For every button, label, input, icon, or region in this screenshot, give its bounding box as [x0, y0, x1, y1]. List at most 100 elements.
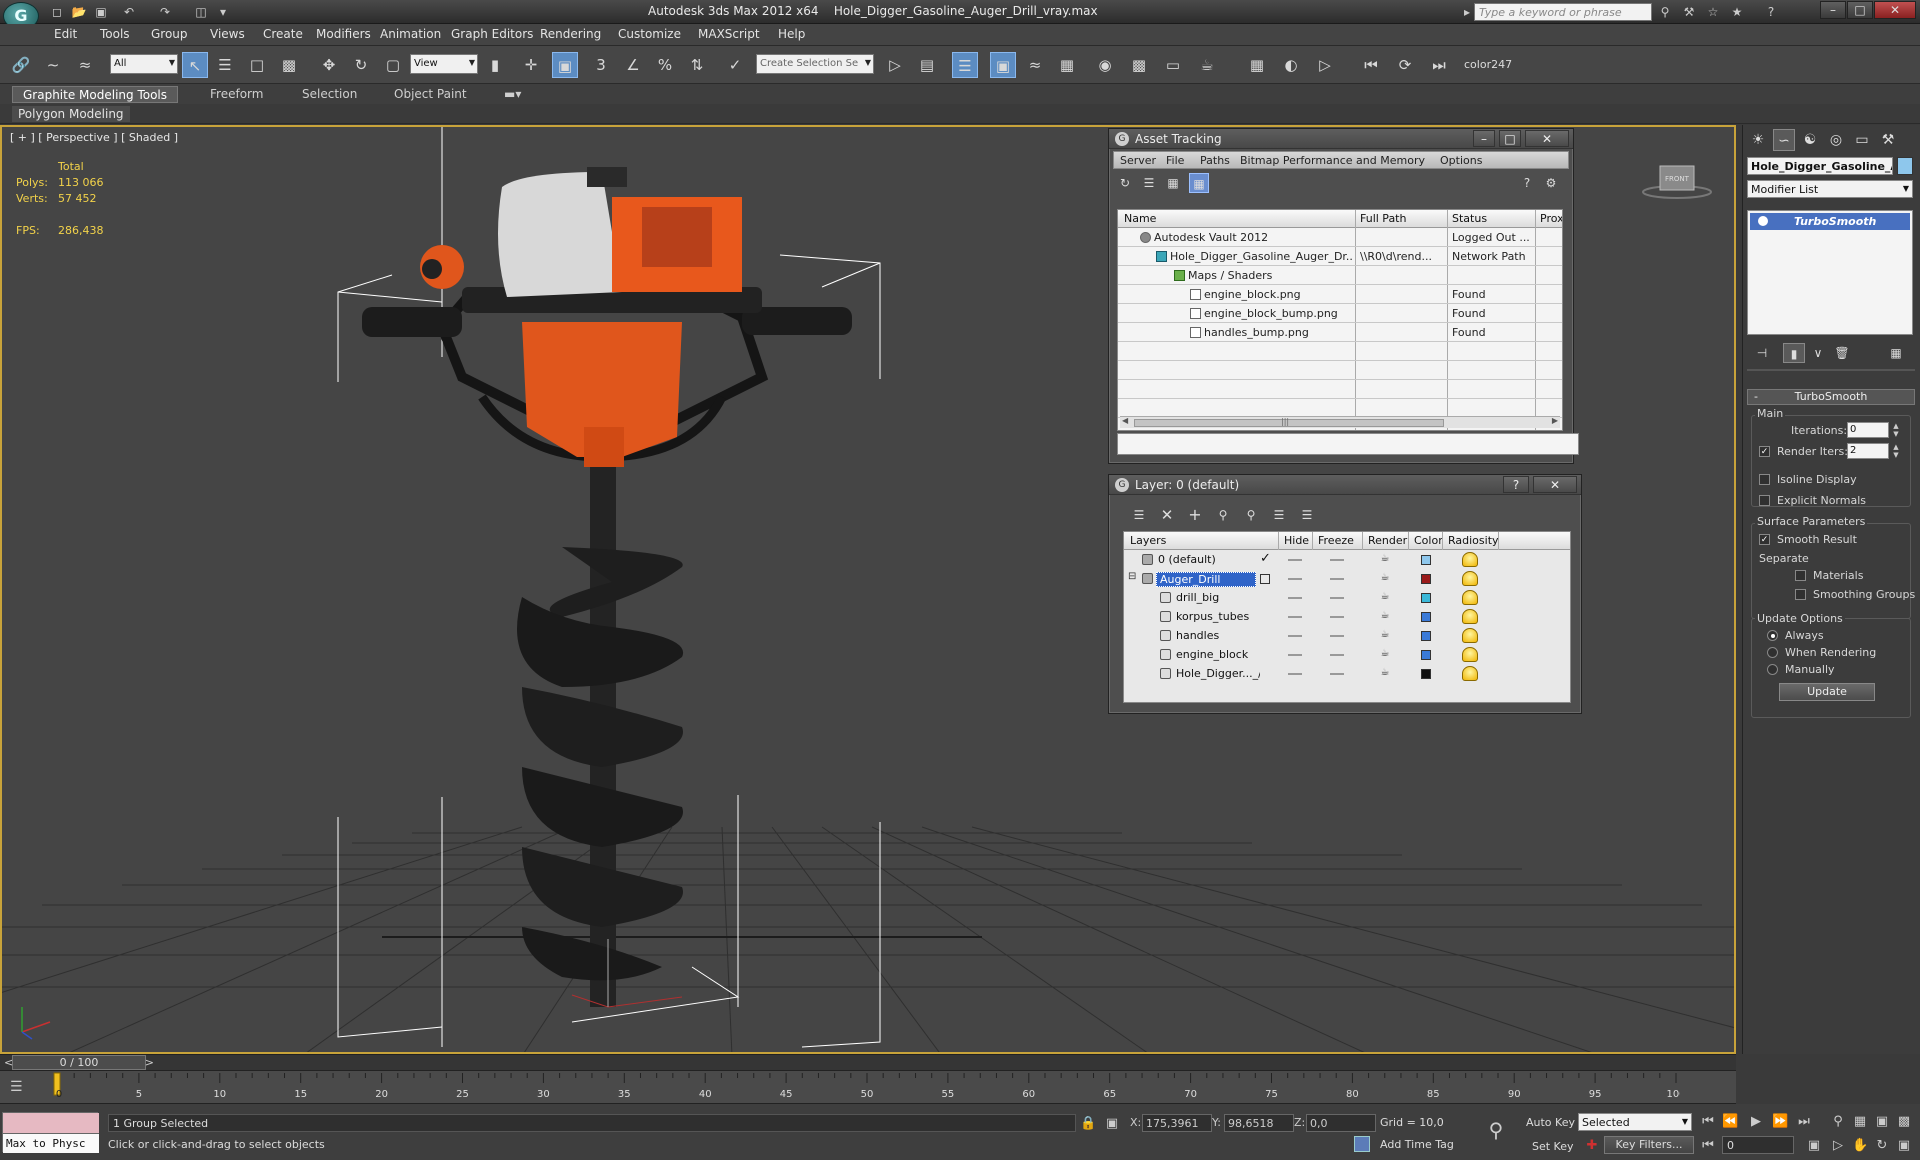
previous-frame-icon[interactable]: ⏮ [1358, 52, 1384, 78]
create-tab-icon[interactable]: ☀ [1747, 129, 1769, 151]
previous-key-icon[interactable]: ⏪ [1722, 1114, 1738, 1130]
col-hide[interactable]: Hide [1284, 534, 1309, 547]
utilities-tab-icon[interactable]: ⚒ [1877, 129, 1899, 151]
object-color-swatch[interactable] [1897, 157, 1913, 175]
render-teapot-icon[interactable]: ☕ [1379, 630, 1391, 640]
freeze-toggle[interactable] [1330, 673, 1344, 675]
col-color[interactable]: Color [1414, 534, 1443, 547]
unlink-selection-icon[interactable]: ∼ [40, 52, 66, 78]
quick-access-dropdown-icon[interactable]: ▾ [214, 3, 232, 21]
asset-tracking-titlebar[interactable]: G Asset Tracking – □ ✕ [1109, 129, 1573, 149]
hierarchy-tab-icon[interactable]: ☯ [1799, 129, 1821, 151]
select-and-rotate-icon[interactable]: ↻ [348, 52, 374, 78]
spinner-snap-icon[interactable]: ⇅ [684, 52, 710, 78]
asset-browser-icon[interactable]: ◐ [1278, 52, 1304, 78]
next-key-icon[interactable]: ⏩ [1772, 1114, 1788, 1130]
freeze-toggle[interactable] [1330, 616, 1344, 618]
hide-toggle[interactable] [1288, 673, 1302, 675]
z-coordinate-field[interactable]: 0,0 [1306, 1114, 1376, 1132]
close-button[interactable]: ✕ [1874, 1, 1916, 19]
communication-star-icon[interactable]: ☆ [1704, 3, 1722, 21]
table-view-icon[interactable]: ▦ [1189, 173, 1209, 193]
explicit-normals-checkbox[interactable] [1759, 495, 1770, 506]
smooth-result-checkbox[interactable]: ✓ [1759, 534, 1770, 545]
rendered-frame-window-icon[interactable]: ▭ [1160, 52, 1186, 78]
hide-toggle[interactable] [1288, 616, 1302, 618]
menu-create[interactable]: Create [263, 27, 303, 41]
layer-color-swatch[interactable] [1421, 650, 1431, 660]
render-iters-spinner-arrows-icon[interactable]: ▲ ▼ [1891, 443, 1901, 459]
modifier-list-dropdown[interactable]: Modifier List [1747, 180, 1913, 198]
isoline-display-checkbox[interactable] [1759, 474, 1770, 485]
menu-rendering[interactable]: Rendering [540, 27, 601, 41]
at-menu-bitmap-performance[interactable]: Bitmap Performance and Memory [1240, 154, 1425, 167]
motion-tab-icon[interactable]: ◎ [1825, 129, 1847, 151]
layer-row[interactable]: korpus_tubes ☕ [1124, 607, 1570, 626]
edit-named-selection-icon[interactable]: ✓ [722, 52, 748, 78]
configure-modifier-sets-icon[interactable]: ▦ [1885, 343, 1907, 363]
freeze-unfreeze-all-icon[interactable]: ☰ [1297, 505, 1317, 525]
at-menu-server[interactable]: Server [1120, 154, 1156, 167]
time-slider-thumb[interactable]: <0 / 100 > [4, 1055, 154, 1070]
menu-maxscript[interactable]: MAXScript [698, 27, 760, 41]
y-coordinate-field[interactable]: 98,6518 [1224, 1114, 1294, 1132]
render-teapot-icon[interactable]: ☕ [1379, 611, 1391, 621]
radiosity-bulb-icon[interactable] [1462, 571, 1478, 586]
menu-modifiers[interactable]: Modifiers [316, 27, 371, 41]
tab-freeform[interactable]: Freeform [200, 86, 273, 103]
select-object-icon[interactable]: ↖ [182, 52, 208, 78]
time-tag-icon[interactable] [1354, 1136, 1370, 1152]
save-icon[interactable]: ▣ [92, 3, 110, 21]
table-row[interactable]: engine_block.png Found [1118, 285, 1562, 304]
freeze-toggle[interactable] [1330, 654, 1344, 656]
field-of-view-icon[interactable]: ▷ [1830, 1138, 1846, 1154]
maxscript-listener[interactable]: Max to Physc [2, 1112, 99, 1153]
always-radio[interactable] [1767, 630, 1778, 641]
when-rendering-radio[interactable] [1767, 647, 1778, 658]
table-row[interactable]: Maps / Shaders [1118, 266, 1562, 285]
percent-snap-icon[interactable]: % [652, 52, 678, 78]
menu-group[interactable]: Group [151, 27, 188, 41]
menu-tools[interactable]: Tools [100, 27, 130, 41]
materials-checkbox[interactable] [1795, 570, 1806, 581]
scene-explorer-icon[interactable]: ▦ [1244, 52, 1270, 78]
selection-set-dropdown[interactable]: Selected [1578, 1113, 1692, 1131]
named-selection-dropdown[interactable]: Create Selection Se [756, 54, 874, 74]
maxscript-input[interactable]: Max to Physc [3, 1133, 99, 1153]
layer-dialog-titlebar[interactable]: G Layer: 0 (default) ? ✕ [1109, 475, 1581, 495]
modify-tab-icon[interactable]: ∽ [1773, 129, 1795, 151]
binoculars-icon[interactable]: ⚲ [1656, 3, 1674, 21]
zoom-extents-icon[interactable]: ▣ [1874, 1114, 1890, 1130]
mirror-icon[interactable]: ▷ [882, 52, 908, 78]
scrollbar-thumb[interactable]: ||| [1134, 417, 1444, 427]
freeze-toggle[interactable] [1330, 578, 1344, 580]
tab-selection[interactable]: Selection [292, 86, 367, 103]
layer-color-swatch[interactable] [1421, 555, 1431, 565]
redo-icon[interactable]: ↷ [156, 3, 174, 21]
prev-frame-arrow-icon[interactable]: < [4, 1056, 13, 1070]
modifier-turbosmooth[interactable]: TurboSmooth [1750, 213, 1910, 230]
hide-toggle[interactable] [1288, 597, 1302, 599]
go-to-end-icon[interactable]: ⏭ [1796, 1114, 1812, 1130]
orbit-icon[interactable]: ↻ [1874, 1138, 1890, 1154]
table-row[interactable]: handles_bump.png Found [1118, 323, 1562, 342]
help-icon[interactable]: ? [1762, 3, 1780, 21]
layer-manager-icon[interactable]: ☰ [952, 52, 978, 78]
create-layer-icon[interactable]: ☰ [1129, 505, 1149, 525]
highlight-selected-layer-icon[interactable]: ⚲ [1241, 505, 1261, 525]
layer-row[interactable]: engine_block ☕ [1124, 645, 1570, 664]
radiosity-bulb-icon[interactable] [1462, 666, 1478, 681]
bind-space-warp-icon[interactable]: ≈ [72, 52, 98, 78]
remove-modifier-icon[interactable]: 🗑 [1831, 343, 1853, 363]
iterations-spinner-arrows-icon[interactable]: ▲ ▼ [1891, 422, 1901, 438]
menu-customize[interactable]: Customize [618, 27, 681, 41]
zoom-icon[interactable]: ⚲ [1830, 1114, 1846, 1130]
table-row[interactable]: Autodesk Vault 2012 Logged Out ... [1118, 228, 1562, 247]
select-and-manipulate-icon[interactable]: ✛ [518, 52, 544, 78]
x-coordinate-field[interactable]: 175,3961 [1142, 1114, 1212, 1132]
delete-layer-icon[interactable]: ✕ [1157, 505, 1177, 525]
zoom-extents-all-icon[interactable]: ▩ [1896, 1114, 1912, 1130]
turbosmooth-rollout-header[interactable]: - TurboSmooth [1747, 389, 1915, 405]
render-teapot-icon[interactable]: ☕ [1379, 592, 1391, 602]
col-freeze[interactable]: Freeze [1318, 534, 1354, 547]
